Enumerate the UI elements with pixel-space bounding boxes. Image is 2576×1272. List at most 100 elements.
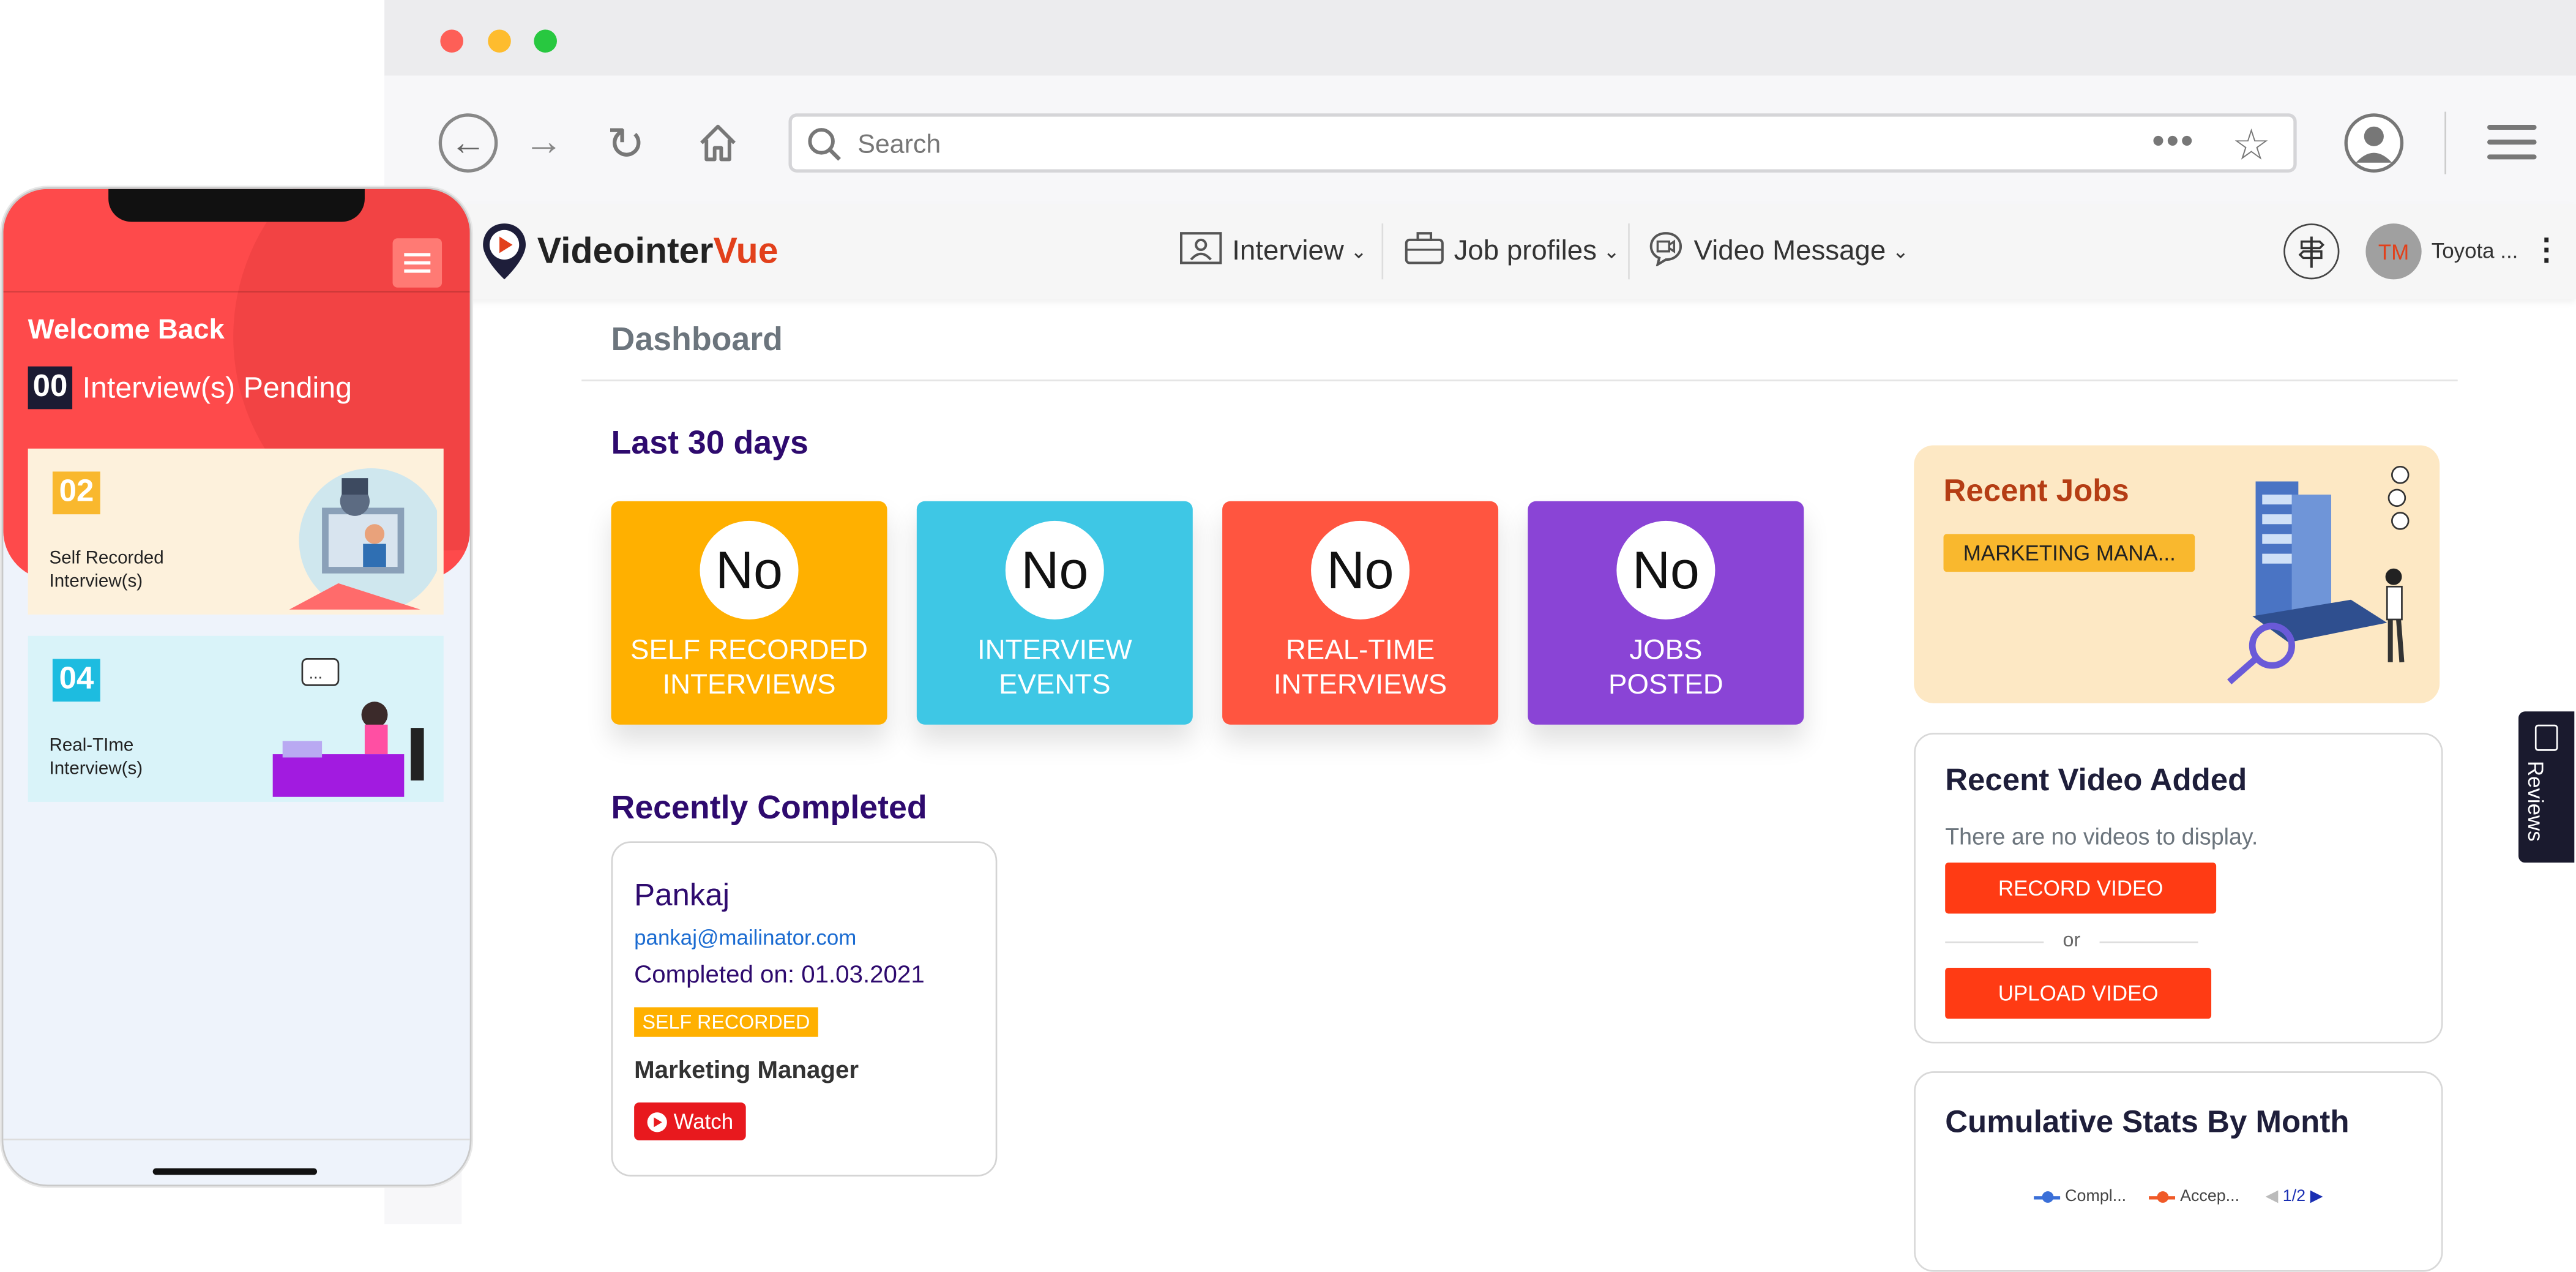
app-page: VideointerVue Interview ⌄ Job profiles ⌄… bbox=[461, 203, 2576, 1272]
legend-item-completed[interactable]: Compl... bbox=[2034, 1188, 2127, 1207]
pending-count: 00 bbox=[28, 366, 73, 410]
stat-value: No bbox=[1005, 520, 1104, 619]
browser-toolbar: ← → ↻ Search ••• ☆ bbox=[384, 75, 2576, 204]
stat-label-line2: INTERVIEWS bbox=[662, 668, 836, 700]
reviews-tab[interactable]: Reviews bbox=[2518, 711, 2575, 863]
recently-completed-card: Pankaj pankaj@mailinator.com Completed o… bbox=[611, 841, 998, 1177]
recent-jobs-card: Recent Jobs MARKETING MANA... bbox=[1914, 445, 2440, 703]
briefcase-icon bbox=[1405, 231, 1444, 272]
record-video-button[interactable]: RECORD VIDEO bbox=[1945, 862, 2217, 914]
title-divider bbox=[581, 380, 2458, 381]
cumulative-stats-title: Cumulative Stats By Month bbox=[1945, 1106, 2350, 1140]
jobs-illustration bbox=[2219, 458, 2433, 697]
stat-label-line1: INTERVIEW bbox=[977, 634, 1132, 666]
stat-label-line1: REAL-TIME bbox=[1285, 634, 1435, 666]
nav-interview-label: Interview bbox=[1232, 234, 1344, 266]
card-label: Real-TIme Interview(s) bbox=[50, 735, 198, 780]
stat-card-real-time[interactable]: No REAL-TIME INTERVIEWS bbox=[1222, 501, 1499, 725]
logo-prefix: Videointer bbox=[537, 230, 714, 271]
close-window-button[interactable] bbox=[440, 29, 463, 53]
nav-job-profiles-label: Job profiles bbox=[1454, 234, 1597, 266]
recent-jobs-title: Recent Jobs bbox=[1943, 474, 2129, 510]
last-30-days-heading: Last 30 days bbox=[611, 425, 808, 462]
reload-icon[interactable]: ↻ bbox=[598, 115, 654, 171]
chevron-down-icon: ⌄ bbox=[1603, 239, 1620, 263]
job-role: Marketing Manager bbox=[634, 1057, 859, 1085]
legend-pager[interactable]: ◀ 1/2 ▶ bbox=[2266, 1188, 2323, 1207]
logo-text: VideointerVue bbox=[537, 230, 778, 273]
legend-marker bbox=[2149, 1190, 2176, 1202]
more-icon[interactable]: ••• bbox=[2152, 120, 2195, 163]
stat-label: REAL-TIME INTERVIEWS bbox=[1222, 632, 1498, 701]
watch-label: Watch bbox=[673, 1109, 734, 1134]
kebab-menu-icon[interactable]: ⋮ bbox=[2532, 233, 2561, 267]
card-label-line2: Interview(s) bbox=[49, 759, 143, 779]
search-input[interactable]: Search ••• ☆ bbox=[788, 113, 2297, 173]
upload-video-button[interactable]: UPLOAD VIDEO bbox=[1945, 968, 2212, 1019]
legend-label: Compl... bbox=[2065, 1188, 2127, 1207]
phone-header-divider bbox=[3, 291, 470, 293]
prev-arrow-icon[interactable]: ◀ bbox=[2266, 1188, 2279, 1207]
search-icon bbox=[807, 127, 843, 171]
stat-label: JOBS POSTED bbox=[1528, 632, 1804, 701]
legend-label: Accep... bbox=[2180, 1188, 2240, 1207]
phone-menu-icon[interactable] bbox=[392, 238, 442, 288]
phone-card-self-recorded[interactable]: 02 Self Recorded Interview(s) bbox=[28, 448, 444, 615]
avatar[interactable]: TM bbox=[2365, 223, 2422, 280]
watch-button[interactable]: Watch bbox=[634, 1102, 747, 1140]
video-message-icon bbox=[1648, 229, 1684, 273]
stat-card-jobs-posted[interactable]: No JOBS POSTED bbox=[1528, 501, 1804, 725]
card-label-line2: Interview(s) bbox=[49, 572, 143, 592]
job-tag[interactable]: MARKETING MANA... bbox=[1943, 534, 2196, 572]
legend-item-accepted[interactable]: Accep... bbox=[2149, 1188, 2240, 1207]
nav-interview[interactable]: Interview ⌄ bbox=[1179, 204, 1367, 299]
user-name[interactable]: Toyota ... bbox=[2432, 238, 2518, 263]
status-badge: SELF RECORDED bbox=[634, 1007, 818, 1037]
svg-text:...: ... bbox=[309, 664, 323, 683]
home-icon[interactable] bbox=[690, 115, 745, 171]
phone-home-indicator bbox=[152, 1168, 318, 1175]
chevron-down-icon: ⌄ bbox=[1350, 239, 1367, 263]
real-time-illustration: ... bbox=[272, 646, 437, 802]
forward-icon[interactable]: → bbox=[519, 118, 569, 168]
phone-notch bbox=[108, 189, 365, 222]
chevron-down-icon: ⌄ bbox=[1892, 239, 1909, 263]
stat-value: No bbox=[700, 520, 799, 619]
candidate-name: Pankaj bbox=[634, 879, 730, 914]
phone-bottom-divider bbox=[3, 1139, 470, 1140]
completed-date: Completed on: 01.03.2021 bbox=[634, 961, 925, 989]
phone-card-real-time[interactable]: 04 Real-TIme Interview(s) ... bbox=[28, 635, 444, 802]
next-arrow-icon[interactable]: ▶ bbox=[2310, 1188, 2323, 1207]
nav-job-profiles[interactable]: Job profiles ⌄ bbox=[1405, 204, 1620, 299]
or-divider: or bbox=[1945, 929, 2198, 955]
card-label-line1: Real-TIme bbox=[49, 736, 134, 756]
welcome-text: Welcome Back bbox=[28, 313, 225, 345]
stat-label-line1: JOBS bbox=[1629, 634, 1703, 666]
interview-icon bbox=[1179, 229, 1222, 273]
nav-divider bbox=[1628, 223, 1630, 280]
signpost-icon[interactable] bbox=[2283, 223, 2340, 280]
no-videos-message: There are no videos to display. bbox=[1945, 823, 2258, 850]
recently-completed-heading: Recently Completed bbox=[611, 790, 927, 827]
nav-video-message[interactable]: Video Message ⌄ bbox=[1648, 204, 1909, 299]
browser-menu-icon[interactable] bbox=[2487, 125, 2537, 169]
phone-mockup: Welcome Back 00 Interview(s) Pending 02 … bbox=[1, 187, 472, 1187]
card-count: 04 bbox=[52, 659, 101, 702]
self-recorded-illustration bbox=[273, 458, 444, 615]
card-label: Self Recorded Interview(s) bbox=[50, 547, 198, 593]
browser-profile-icon[interactable] bbox=[2344, 113, 2404, 173]
pending-label: Interview(s) Pending bbox=[82, 370, 353, 403]
minimize-window-button[interactable] bbox=[488, 29, 511, 53]
legend-marker bbox=[2034, 1190, 2061, 1202]
recent-video-card: Recent Video Added There are no videos t… bbox=[1914, 733, 2443, 1044]
bookmark-star-icon[interactable]: ☆ bbox=[2232, 120, 2271, 171]
stat-label-line2: POSTED bbox=[1608, 668, 1723, 700]
back-icon[interactable]: ← bbox=[438, 113, 498, 173]
stat-card-self-recorded[interactable]: No SELF RECORDED INTERVIEWS bbox=[611, 501, 887, 725]
stat-label-line2: INTERVIEWS bbox=[1274, 668, 1447, 700]
candidate-email[interactable]: pankaj@mailinator.com bbox=[634, 925, 856, 949]
videointervue-logo[interactable]: VideointerVue bbox=[481, 222, 778, 281]
maximize-window-button[interactable] bbox=[534, 29, 557, 53]
stat-card-interview-events[interactable]: No INTERVIEW EVENTS bbox=[916, 501, 1193, 725]
stat-label-line1: SELF RECORDED bbox=[630, 634, 868, 666]
